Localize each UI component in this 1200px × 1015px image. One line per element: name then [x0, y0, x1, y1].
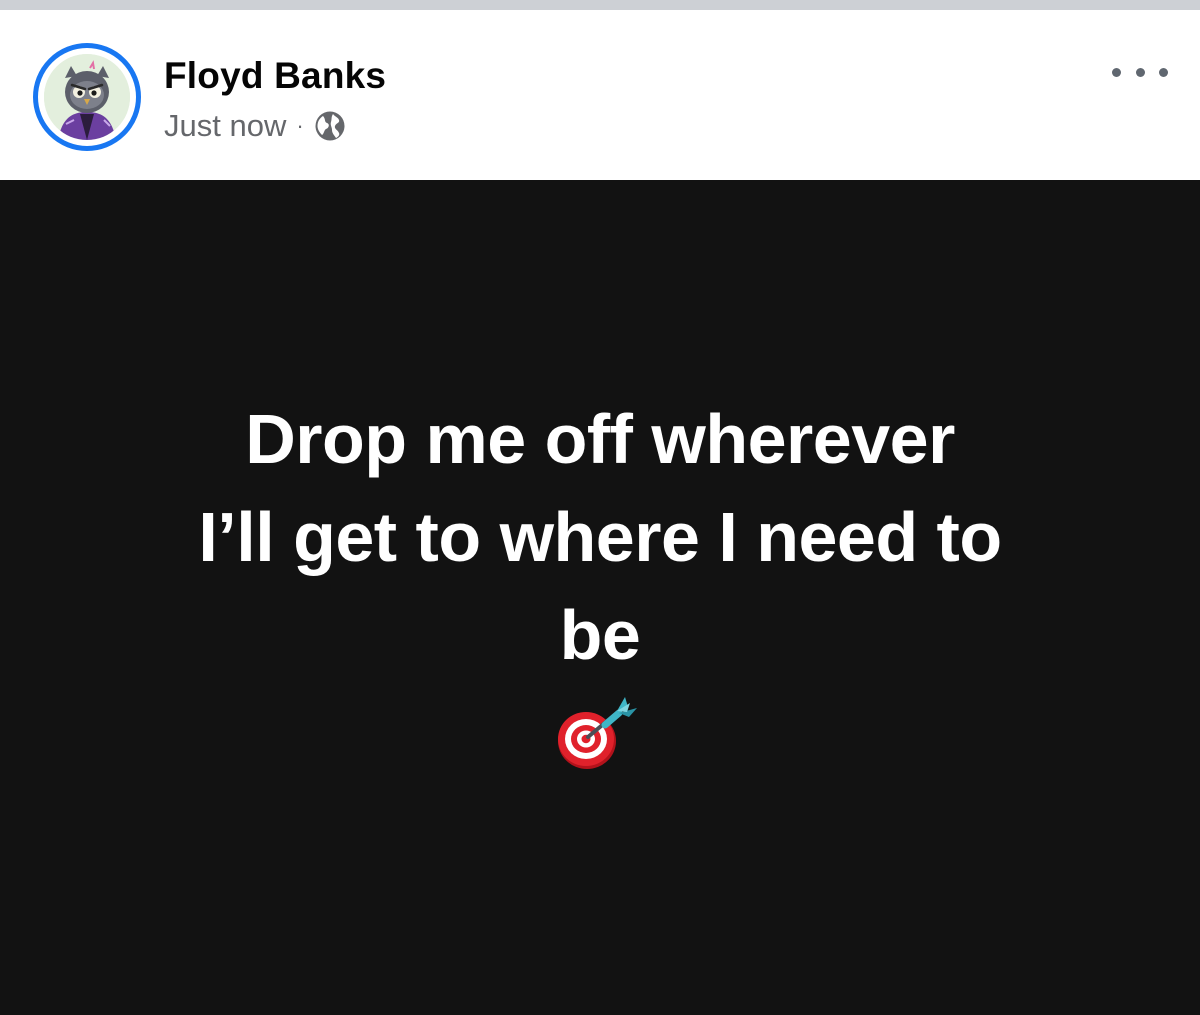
post-text-line: be: [559, 596, 641, 674]
author-name[interactable]: Floyd Banks: [164, 55, 386, 97]
post-text-line: Drop me off wherever: [245, 400, 955, 478]
meta-separator: ·: [296, 113, 304, 138]
post-meta: Just now ·: [164, 108, 346, 144]
avatar[interactable]: [33, 43, 141, 151]
more-options-button[interactable]: [1112, 58, 1168, 86]
globe-icon[interactable]: [314, 110, 346, 142]
post-content[interactable]: Drop me off wherever I’ll get to where I…: [0, 180, 1200, 1015]
owl-avatar-icon: [44, 54, 130, 140]
post-header: Floyd Banks Just now ·: [0, 10, 1200, 180]
avatar-image: [44, 54, 130, 140]
more-options-icon: [1112, 67, 1121, 77]
direct-hit-emoji: [555, 695, 645, 775]
post-text: Drop me off wherever I’ll get to where I…: [60, 390, 1140, 684]
post-timestamp[interactable]: Just now: [164, 108, 286, 144]
top-divider: [0, 0, 1200, 10]
post-text-line: I’ll get to where I need to: [198, 498, 1002, 576]
